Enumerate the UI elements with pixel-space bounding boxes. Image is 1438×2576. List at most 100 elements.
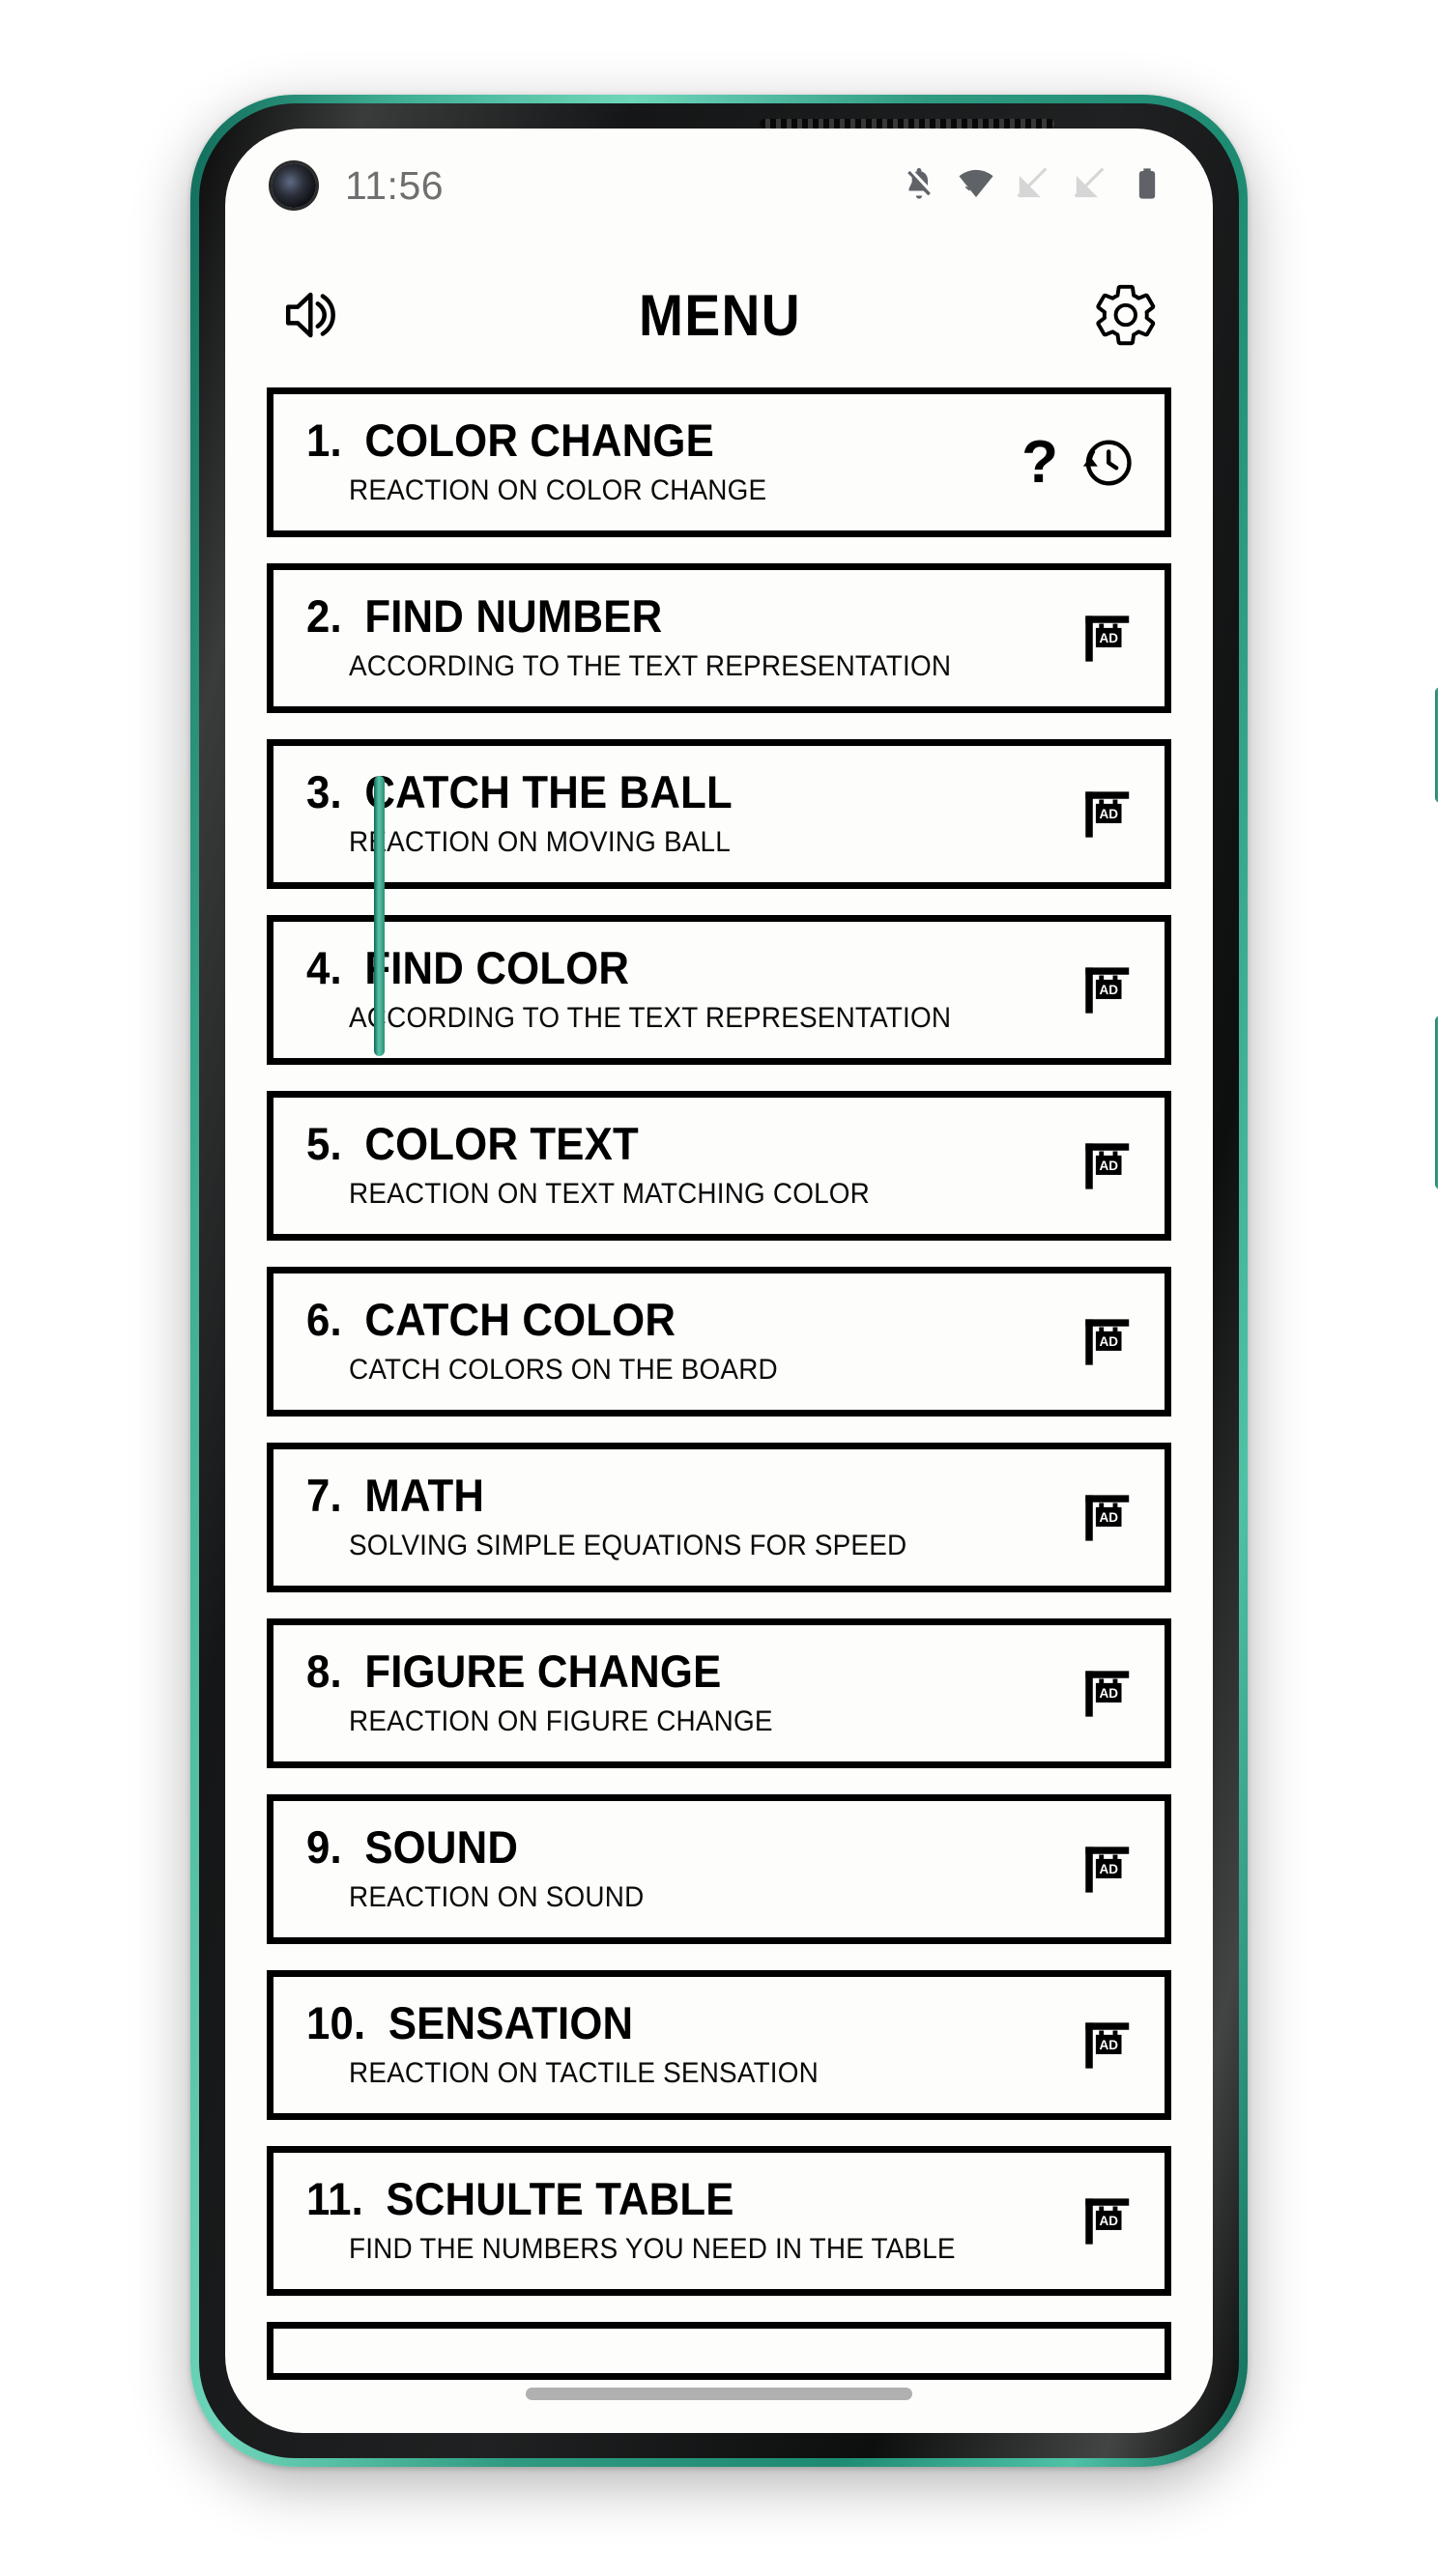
menu-item-number: 1. (306, 415, 342, 467)
menu-item-name: MATH (364, 1470, 485, 1522)
menu-item-subtitle: ACCORDING TO THE TEXT REPRESENTATION (349, 1001, 952, 1034)
menu-item-text: 8. FIGURE CHANGE REACTION ON FIGURE CHAN… (273, 1646, 1079, 1738)
menu-item-title: 9. SOUND (306, 1821, 1025, 1874)
svg-text:AD: AD (1099, 2213, 1118, 2227)
menu-item-actions: AD (1079, 1314, 1165, 1370)
menu-item-schulte-table[interactable]: 11. SCHULTE TABLE FIND THE NUMBERS YOU N… (267, 2146, 1171, 2296)
menu-item-actions: AD (1079, 1490, 1165, 1546)
menu-item-title: 3. CATCH THE BALL (306, 766, 1025, 818)
menu-item-subtitle: REACTION ON TEXT MATCHING COLOR (349, 1177, 871, 1210)
menu-item-actions: AD (1079, 787, 1165, 843)
ad-icon[interactable]: AD (1079, 1490, 1136, 1546)
menu-item-text: 2. FIND NUMBER ACCORDING TO THE TEXT REP… (273, 590, 1079, 683)
menu-item-sound[interactable]: 9. SOUND REACTION ON SOUND AD (267, 1794, 1171, 1944)
svg-text:AD: AD (1099, 1509, 1118, 1524)
menu-item-title: 8. FIGURE CHANGE (306, 1646, 1025, 1698)
menu-item-name: FIND COLOR (364, 942, 630, 994)
ad-icon[interactable]: AD (1079, 787, 1136, 843)
ad-icon[interactable]: AD (1079, 1842, 1136, 1898)
menu-item-find-color[interactable]: 4. FIND COLOR ACCORDING TO THE TEXT REPR… (267, 915, 1171, 1065)
menu-item-actions: AD (1079, 1842, 1165, 1898)
ad-icon[interactable]: AD (1079, 962, 1136, 1018)
speaker-icon[interactable] (278, 280, 348, 350)
front-camera-punch-hole (272, 163, 316, 208)
menu-item-number: 8. (306, 1646, 342, 1698)
menu-item-number: 5. (306, 1118, 342, 1170)
menu-item-number: 2. (306, 590, 342, 643)
ad-icon[interactable]: AD (1079, 1138, 1136, 1194)
menu-item-number: 6. (306, 1294, 342, 1346)
menu-item-text: 1. COLOR CHANGE REACTION ON COLOR CHANGE (273, 415, 1021, 507)
phone-frame: 11:56 MENU 1. COLOR CHANGE REACTION ON C… (190, 95, 1438, 2467)
phone-bezel: 11:56 MENU 1. COLOR CHANGE REACTION ON C… (199, 103, 1239, 2458)
menu-item-name: COLOR CHANGE (364, 415, 714, 467)
menu-item-name: SOUND (364, 1821, 519, 1874)
menu-item-name: CATCH COLOR (364, 1294, 676, 1346)
svg-text:AD: AD (1099, 1158, 1118, 1172)
menu-item-title: 6. CATCH COLOR (306, 1294, 1025, 1346)
menu-item-math[interactable]: 7. MATH SOLVING SIMPLE EQUATIONS FOR SPE… (267, 1443, 1171, 1592)
ad-icon[interactable]: AD (1079, 2018, 1136, 2074)
menu-item-subtitle: REACTION ON SOUND (349, 1880, 645, 1913)
home-indicator[interactable] (526, 2388, 912, 2400)
menu-item-name: CATCH THE BALL (364, 766, 733, 818)
menu-item-catch-the-ball[interactable]: 3. CATCH THE BALL REACTION ON MOVING BAL… (267, 739, 1171, 889)
menu-item-number: 7. (306, 1470, 342, 1522)
notifications-off-icon (900, 164, 938, 208)
help-icon[interactable]: ? (1021, 432, 1058, 493)
phone-screen: 11:56 MENU 1. COLOR CHANGE REACTION ON C… (225, 129, 1213, 2433)
menu-item-title: 1. COLOR CHANGE (306, 415, 971, 467)
ad-icon[interactable]: AD (1079, 1314, 1136, 1370)
gear-icon[interactable] (1092, 281, 1160, 349)
menu-item-find-number[interactable]: 2. FIND NUMBER ACCORDING TO THE TEXT REP… (267, 563, 1171, 713)
menu-item-name: COLOR TEXT (364, 1118, 639, 1170)
menu-item-text: 5. COLOR TEXT REACTION ON TEXT MATCHING … (273, 1118, 1079, 1211)
svg-text:AD: AD (1099, 630, 1118, 644)
menu-item-number: 4. (306, 942, 342, 994)
menu-item-title: 5. COLOR TEXT (306, 1118, 1025, 1170)
menu-item-subtitle: FIND THE NUMBERS YOU NEED IN THE TABLE (349, 2232, 956, 2265)
menu-item-name: SCHULTE TABLE (386, 2173, 734, 2225)
menu-item-title: 10. SENSATION (306, 1997, 1025, 2049)
menu-item-actions: AD (1079, 962, 1165, 1018)
menu-item-title: 4. FIND COLOR (306, 942, 1025, 994)
menu-item-next-partial[interactable] (267, 2322, 1171, 2380)
menu-item-catch-color[interactable]: 6. CATCH COLOR CATCH COLORS ON THE BOARD… (267, 1267, 1171, 1417)
menu-item-actions: AD (1079, 2018, 1165, 2074)
menu-item-title: 2. FIND NUMBER (306, 590, 1025, 643)
menu-item-text: 4. FIND COLOR ACCORDING TO THE TEXT REPR… (273, 942, 1079, 1035)
svg-text:AD: AD (1099, 1861, 1118, 1875)
battery-icon (1128, 164, 1166, 208)
menu-item-number: 10. (306, 1997, 366, 2049)
menu-item-number: 11. (306, 2173, 363, 2225)
history-icon[interactable] (1079, 435, 1136, 491)
menu-item-number: 9. (306, 1821, 342, 1874)
menu-item-text: 7. MATH SOLVING SIMPLE EQUATIONS FOR SPE… (273, 1470, 1079, 1562)
menu-item-color-text[interactable]: 5. COLOR TEXT REACTION ON TEXT MATCHING … (267, 1091, 1171, 1241)
ad-icon[interactable]: AD (1079, 1666, 1136, 1722)
menu-item-actions: AD (1079, 611, 1165, 667)
menu-item-text: 9. SOUND REACTION ON SOUND (273, 1821, 1079, 1914)
menu-list: 1. COLOR CHANGE REACTION ON COLOR CHANGE… (225, 387, 1213, 2433)
menu-item-color-change[interactable]: 1. COLOR CHANGE REACTION ON COLOR CHANGE… (267, 387, 1171, 537)
status-bar: 11:56 (225, 129, 1213, 243)
menu-item-actions: AD (1079, 1666, 1165, 1722)
volume-button[interactable] (374, 776, 385, 1056)
menu-item-sensation[interactable]: 10. SENSATION REACTION ON TACTILE SENSAT… (267, 1970, 1171, 2120)
menu-item-actions: AD (1079, 1138, 1165, 1194)
menu-item-text: 6. CATCH COLOR CATCH COLORS ON THE BOARD (273, 1294, 1079, 1387)
earpiece-grille (760, 119, 1054, 129)
ad-icon[interactable]: AD (1079, 2193, 1136, 2249)
menu-item-subtitle: REACTION ON MOVING BALL (349, 825, 731, 858)
signal-off-icon-1 (1014, 164, 1052, 208)
menu-item-text: 3. CATCH THE BALL REACTION ON MOVING BAL… (273, 766, 1079, 859)
menu-item-title: 7. MATH (306, 1470, 1025, 1522)
menu-item-name: SENSATION (388, 1997, 634, 2049)
menu-item-name: FIGURE CHANGE (364, 1646, 722, 1698)
ad-icon[interactable]: AD (1079, 611, 1136, 667)
page-title: MENU (638, 282, 802, 348)
menu-item-subtitle: ACCORDING TO THE TEXT REPRESENTATION (349, 649, 952, 682)
status-bar-icons (900, 164, 1166, 208)
signal-off-icon-2 (1071, 164, 1109, 208)
menu-item-figure-change[interactable]: 8. FIGURE CHANGE REACTION ON FIGURE CHAN… (267, 1618, 1171, 1768)
